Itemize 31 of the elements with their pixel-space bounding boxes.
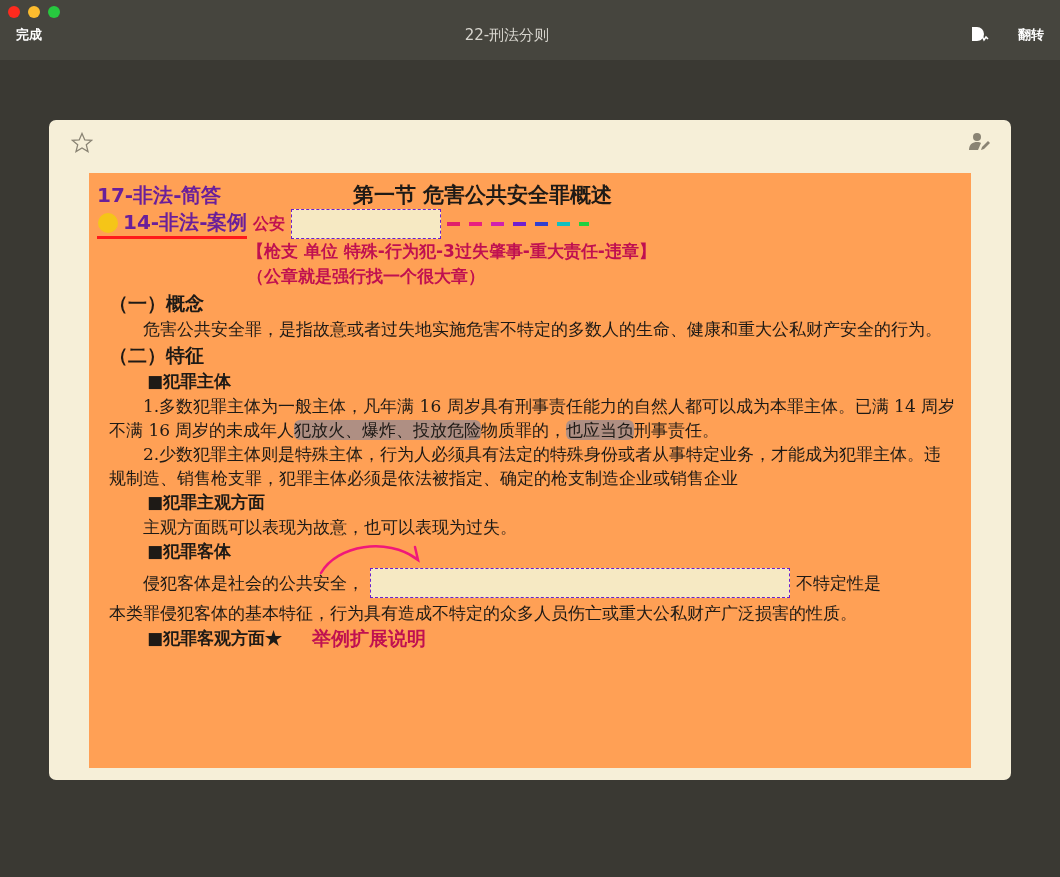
- cloze-blank[interactable]: [370, 568, 790, 598]
- subsection-heading: ■犯罪主体: [147, 370, 232, 393]
- paragraph: 2.少数犯罪主体则是特殊主体，行为人必须具有法定的特殊身份或者从事特定业务，才能成为犯罪主体。违规制造、销售枪支罪，犯罪主体必须是依法被指定、确定的枪支制造企业或销售企业: [108, 443, 943, 490]
- cloze-blank[interactable]: [291, 209, 441, 239]
- document-title: 第一节 危害公共安全罪概述: [352, 181, 614, 209]
- subsection-heading: ■犯罪客体: [147, 540, 232, 563]
- subsection-heading: ■犯罪主观方面: [147, 491, 266, 514]
- paragraph: 主观方面既可以表现为故意，也可以表现为过失。: [142, 516, 518, 539]
- person-edit-icon[interactable]: [969, 132, 991, 152]
- paragraph-text: 侵犯客体是社会的公共安全，: [143, 571, 364, 595]
- star-icon[interactable]: [71, 132, 93, 154]
- paragraph-text: 本类罪侵犯客体的基本特征，行为具有造成不特定的众多人员伤亡或重大公私财产广泛损害的性质。: [108, 602, 858, 625]
- zoom-button[interactable]: [48, 6, 60, 18]
- paragraph-text: 不特定性是: [796, 571, 881, 595]
- section-heading: （一）概念: [108, 291, 205, 316]
- paragraph: 危害公共安全罪，是指故意或者过失地实施危害不特定的多数人的生命、健康和重大公私财产安全的行为。: [142, 318, 943, 341]
- annotation-text: 举例扩展说明: [312, 626, 427, 651]
- minimize-button[interactable]: [28, 6, 40, 18]
- section-heading: （二）特征: [108, 343, 205, 368]
- annotation-text: 【枪支 单位 特殊-行为犯-3过失肇事-重大责任-违章】: [246, 240, 657, 263]
- flip-button[interactable]: 翻转: [1016, 24, 1046, 46]
- done-button[interactable]: 完成: [14, 24, 44, 46]
- annotation-text: （公章就是强行找一个很大章）: [246, 265, 486, 288]
- tag-label: 17-非法-简答: [97, 181, 223, 209]
- close-button[interactable]: [8, 6, 20, 18]
- tag-label: 14-非法-案例: [123, 209, 248, 236]
- sun-icon: [97, 211, 119, 234]
- annotation-text: 公安: [253, 213, 285, 235]
- window-title: 22-刑法分则: [464, 25, 550, 45]
- subsection-heading: ■犯罪客观方面★: [147, 627, 283, 650]
- handwriting-icon[interactable]: [970, 26, 990, 44]
